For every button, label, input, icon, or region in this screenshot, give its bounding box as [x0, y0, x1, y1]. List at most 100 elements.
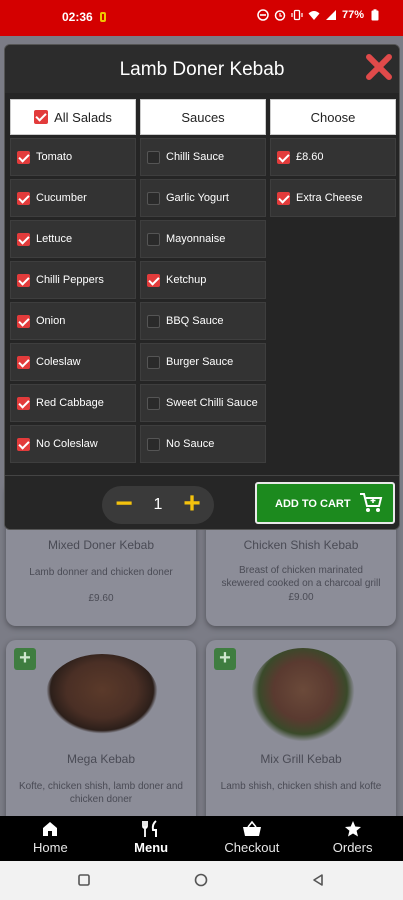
basket-icon: [242, 820, 261, 836]
checkbox-unchecked-icon: [147, 396, 160, 410]
nav-label: Checkout: [224, 840, 280, 855]
menu-card: + Mix Grill Kebab Lamb shish, chicken sh…: [206, 640, 396, 830]
option-cucumber[interactable]: Cucumber: [10, 179, 136, 217]
vibrate-icon: [291, 9, 303, 21]
option-label: Red Cabbage: [36, 397, 104, 409]
option-coleslaw[interactable]: Coleslaw: [10, 343, 136, 381]
checkbox-unchecked-icon: [147, 355, 160, 369]
recents-icon[interactable]: [77, 873, 91, 887]
dnd-icon: [257, 9, 269, 21]
status-icons: 77%: [257, 9, 381, 21]
option-sweet-chilli-sauce[interactable]: Sweet Chilli Sauce: [140, 384, 266, 422]
status-bar: 02:36 77%: [0, 0, 403, 36]
close-icon[interactable]: [363, 51, 395, 83]
checkbox-unchecked-icon: [147, 191, 160, 205]
option-label: No Coleslaw: [36, 438, 98, 450]
home-circle-icon[interactable]: [194, 873, 208, 887]
nav-label: Orders: [332, 840, 373, 855]
column-header-label: Sauces: [181, 109, 225, 125]
option-label: BBQ Sauce: [166, 315, 224, 327]
option-tomato[interactable]: Tomato: [10, 138, 136, 176]
star-icon: [344, 821, 361, 837]
choose-column: Choose £8.60 Extra Cheese: [270, 99, 396, 217]
cart-icon: [360, 493, 383, 512]
option-label: Extra Cheese: [296, 192, 363, 204]
sim-icon: [100, 12, 106, 22]
checkbox-checked-icon: [17, 437, 30, 451]
nav-checkout[interactable]: Checkout: [202, 816, 303, 861]
add-item-button[interactable]: +: [14, 648, 36, 670]
option-label: Onion: [36, 315, 66, 327]
nav-home[interactable]: Home: [0, 816, 101, 861]
nav-menu[interactable]: Menu: [101, 816, 202, 861]
card-description: Lamb donner and chicken doner: [29, 567, 173, 578]
option-label: Coleslaw: [36, 356, 81, 368]
checkbox-unchecked-icon: [147, 232, 160, 246]
add-item-button[interactable]: +: [214, 648, 236, 670]
option-label: Mayonnaise: [166, 233, 226, 245]
checkbox-checked-icon: [147, 273, 160, 287]
home-icon: [43, 822, 58, 836]
option-chilli-sauce[interactable]: Chilli Sauce: [140, 138, 266, 176]
card-price: £9.60: [88, 593, 114, 604]
quantity-stepper: − 1 +: [102, 486, 214, 524]
card-price: £9.00: [288, 592, 314, 603]
option-extra-cheese[interactable]: Extra Cheese: [270, 179, 396, 217]
mega-kebab-image: [46, 654, 158, 734]
option-price[interactable]: £8.60: [270, 138, 396, 176]
option-burger-sauce[interactable]: Burger Sauce: [140, 343, 266, 381]
card-title: Mixed Doner Kebab: [47, 538, 155, 552]
option-red-cabbage[interactable]: Red Cabbage: [10, 384, 136, 422]
add-to-cart-label: ADD TO CART: [275, 498, 351, 510]
menu-card: + Mega Kebab Kofte, chicken shish, lamb …: [6, 640, 196, 830]
option-no-coleslaw[interactable]: No Coleslaw: [10, 425, 136, 463]
option-onion[interactable]: Onion: [10, 302, 136, 340]
option-no-sauce[interactable]: No Sauce: [140, 425, 266, 463]
modal-footer: − 1 + ADD TO CART: [5, 475, 399, 529]
fork-knife-icon: [142, 820, 158, 837]
checkbox-checked-icon: [277, 150, 290, 164]
checkbox-checked-icon: [17, 314, 30, 328]
option-garlic-yogurt[interactable]: Garlic Yogurt: [140, 179, 266, 217]
card-description: Lamb shish, chicken shish and kofte: [220, 781, 382, 792]
option-label: Tomato: [36, 151, 73, 163]
all-salads-toggle[interactable]: All Salads: [10, 99, 136, 135]
increase-quantity-button[interactable]: +: [178, 489, 206, 520]
option-label: £8.60: [296, 151, 324, 163]
option-bbq-sauce[interactable]: BBQ Sauce: [140, 302, 266, 340]
column-header-label: All Salads: [54, 109, 112, 125]
signal-icon: [325, 10, 336, 20]
option-mayonnaise[interactable]: Mayonnaise: [140, 220, 266, 258]
checkbox-checked-icon: [17, 191, 30, 205]
option-label: Chilli Sauce: [166, 151, 225, 163]
nav-orders[interactable]: Orders: [302, 816, 403, 861]
option-label: Lettuce: [36, 233, 73, 245]
nav-label: Menu: [134, 840, 169, 855]
sauces-column: Sauces Chilli Sauce Garlic Yogurt Mayonn…: [140, 99, 266, 463]
modal-title: Lamb Doner Kebab: [119, 59, 285, 80]
checkbox-checked-icon: [17, 273, 30, 287]
option-label: Garlic Yogurt: [166, 192, 229, 204]
decrease-quantity-button[interactable]: −: [110, 489, 138, 520]
checkbox-unchecked-icon: [147, 150, 160, 164]
checkbox-checked-icon: [17, 232, 30, 246]
option-label: Cucumber: [36, 192, 87, 204]
column-header-label: Choose: [310, 109, 356, 125]
bottom-nav: Home Menu Checkout Orders: [0, 816, 403, 861]
option-chilli-peppers[interactable]: Chilli Peppers: [10, 261, 136, 299]
option-label: No Sauce: [166, 438, 215, 450]
checkbox-checked-icon: [17, 396, 30, 410]
option-label: Sweet Chilli Sauce: [166, 397, 258, 409]
add-to-cart-button[interactable]: ADD TO CART: [255, 482, 395, 524]
alarm-icon: [274, 10, 286, 21]
checkbox-unchecked-icon: [147, 314, 160, 328]
mix-grill-image: [251, 648, 355, 742]
back-icon[interactable]: [311, 873, 325, 887]
option-label: Burger Sauce: [166, 356, 234, 368]
option-ketchup[interactable]: Ketchup: [140, 261, 266, 299]
checkbox-checked-icon: [277, 191, 290, 205]
card-description: Breast of chicken marinated skewered coo…: [221, 565, 381, 589]
card-description: Kofte, chicken shish, lamb doner and chi…: [19, 781, 183, 805]
card-title: Chicken Shish Kebab: [243, 538, 359, 552]
option-lettuce[interactable]: Lettuce: [10, 220, 136, 258]
